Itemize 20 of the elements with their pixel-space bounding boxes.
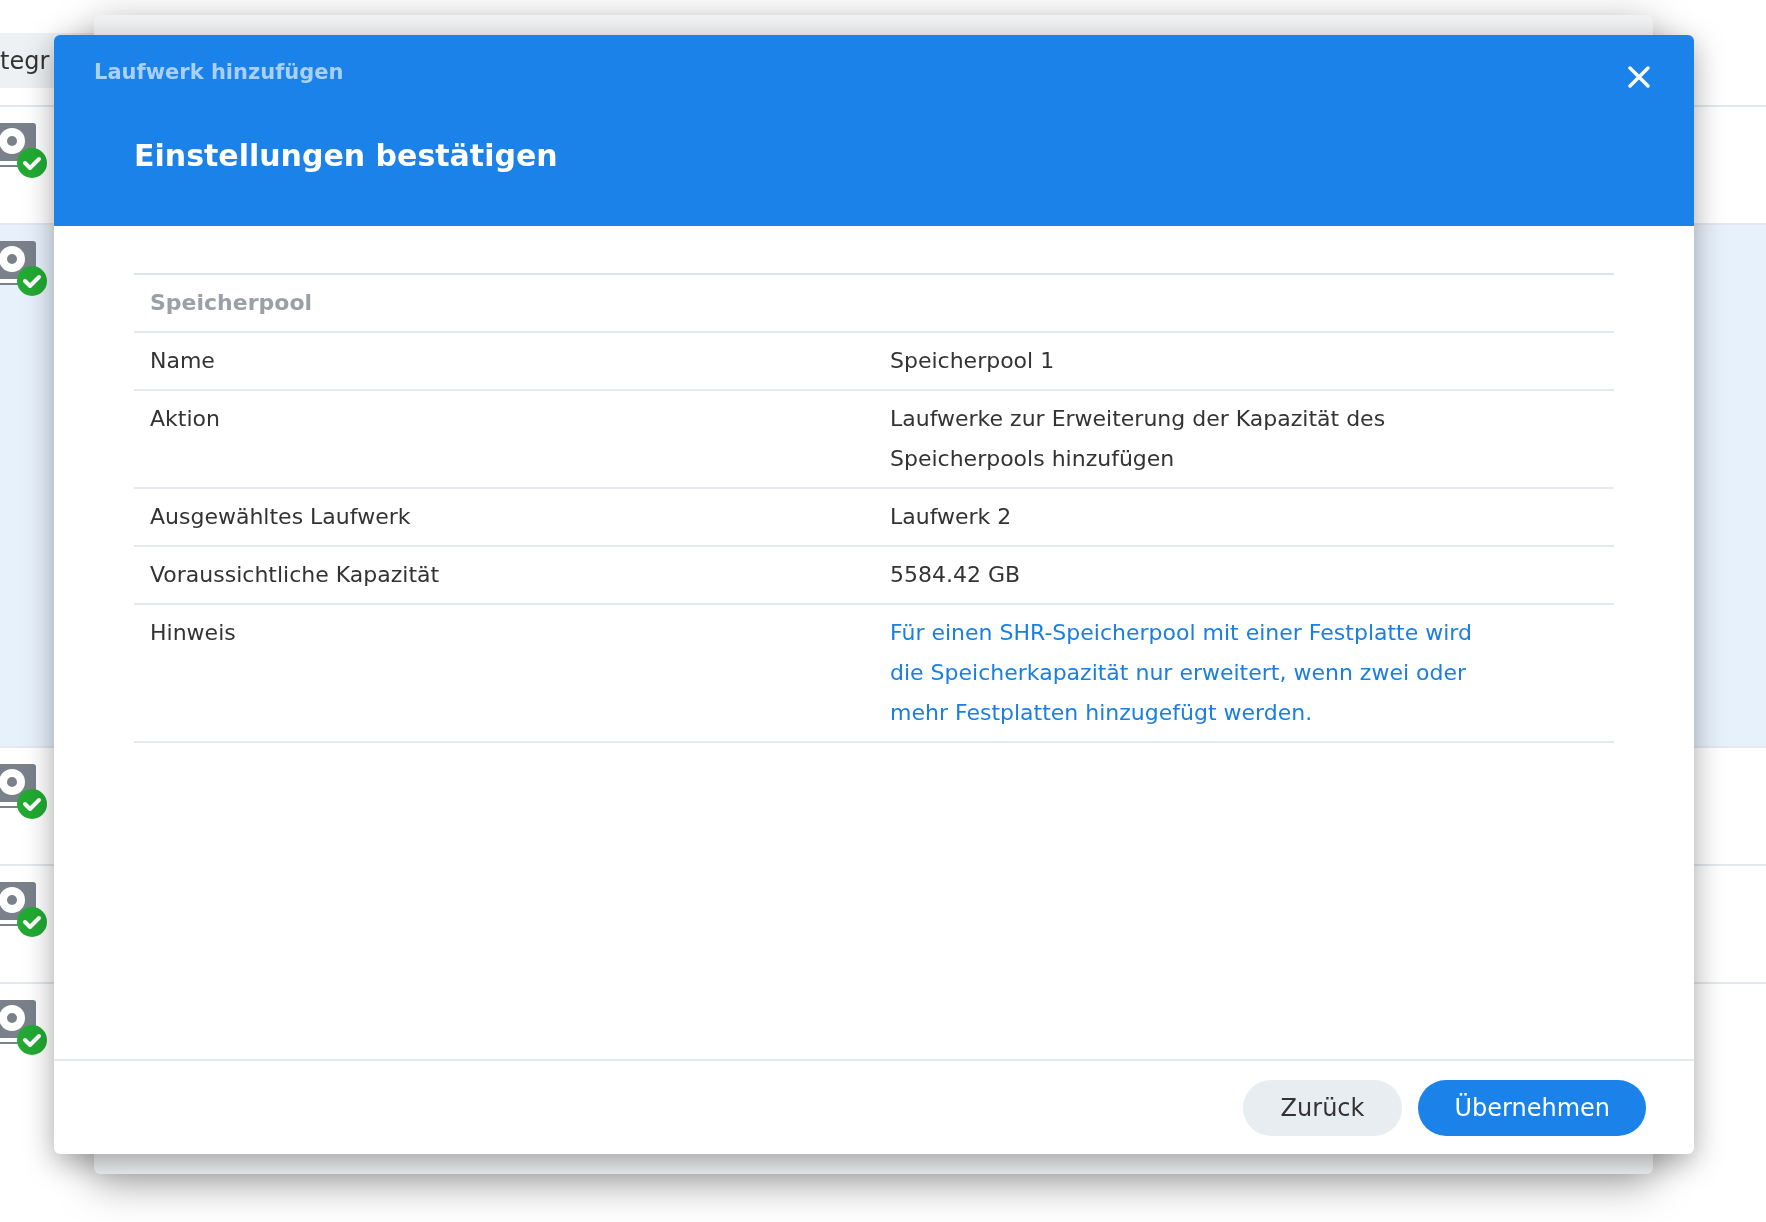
drive-healthy-icon — [0, 764, 48, 820]
note-text: Für einen SHR-Speicherpool mit einer Festplatte wird die Speicherkapazität nur erweitert, wenn zwei oder mehr Festplatten hinzugefügt werden. — [890, 620, 1472, 725]
field-label: Aktion — [150, 406, 220, 431]
drive-healthy-icon — [0, 882, 48, 938]
close-icon — [1628, 66, 1650, 88]
section-heading: Speicherpool — [150, 289, 313, 317]
field-value: Speicherpool 1 — [890, 348, 1055, 373]
field-label: Name — [150, 348, 215, 373]
step-title: Einstellungen bestätigen — [134, 136, 559, 175]
back-button[interactable]: Zurück — [1242, 1079, 1403, 1136]
field-value: Laufwerke zur Erweiterung der Kapazität des Speicherpools hinzufügen — [890, 406, 1386, 471]
drive-healthy-icon — [0, 123, 48, 179]
field-label: Hinweis — [150, 620, 236, 645]
field-label: Voraussichtliche Kapazität — [150, 562, 440, 587]
field-value: 5584.42 GB — [890, 562, 1021, 587]
drive-healthy-icon — [0, 1000, 48, 1056]
apply-button[interactable]: Übernehmen — [1418, 1079, 1646, 1136]
field-label: Ausgewähltes Laufwerk — [150, 504, 411, 529]
drive-healthy-icon — [0, 241, 48, 297]
field-value: Laufwerk 2 — [890, 504, 1012, 529]
